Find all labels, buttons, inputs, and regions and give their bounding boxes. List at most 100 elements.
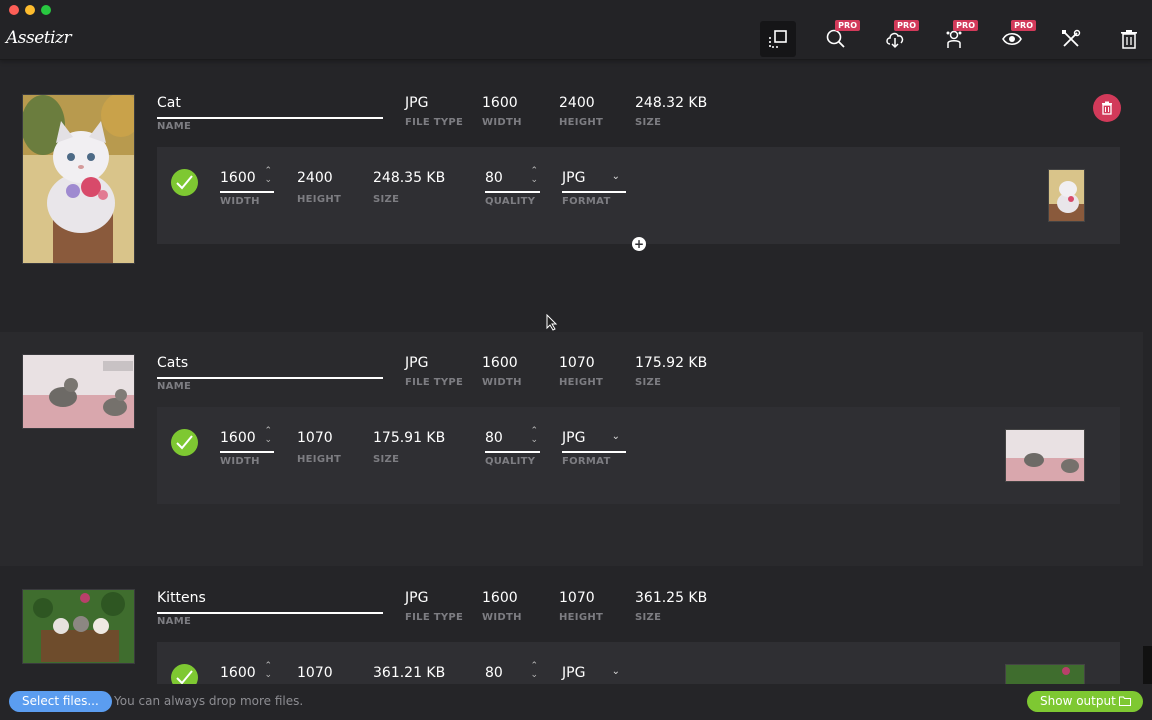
format-select[interactable]: JPG ⌄ FORMAT: [562, 429, 626, 467]
app-logo: Assetizr: [6, 28, 72, 48]
format-select[interactable]: JPG ⌄: [562, 664, 626, 682]
size-meta: 361.25 KB SIZE: [635, 589, 707, 623]
output-width-field[interactable]: 1600 ⌃ ⌄ WIDTH: [220, 167, 274, 207]
file-type-meta: JPG FILE TYPE: [405, 589, 463, 623]
name-label: NAME: [157, 381, 192, 392]
format-underline: [562, 451, 626, 453]
search-icon: [826, 29, 845, 48]
drop-hint: You can always drop more files.: [114, 694, 304, 708]
size-value: 361.25 KB: [635, 590, 708, 606]
width-label: WIDTH: [482, 377, 522, 388]
name-label: NAME: [157, 616, 192, 627]
cloud-download-button[interactable]: PRO: [877, 20, 919, 57]
window-minimize-button[interactable]: [25, 5, 35, 15]
size-label: SIZE: [635, 117, 662, 128]
toolbar: Assetizr PRO PRO PRO PRO: [0, 0, 1152, 60]
name-field[interactable]: Kittens NAME: [157, 589, 383, 627]
source-thumbnail: [22, 94, 135, 264]
size-meta: 175.92 KB SIZE: [635, 354, 707, 388]
output-width-field[interactable]: 1600 ⌃ ⌄ WIDTH: [220, 427, 274, 467]
width-stepper[interactable]: ⌃ ⌄: [264, 662, 272, 680]
file-name-value[interactable]: Cat: [157, 94, 383, 112]
scrollbar-thumb[interactable]: [1143, 646, 1152, 684]
format-label: FORMAT: [562, 456, 611, 467]
resize-button[interactable]: [760, 21, 796, 57]
tools-icon: [1062, 29, 1081, 47]
output-height-field: 1070 HEIGHT: [297, 429, 341, 465]
width-stepper[interactable]: ⌃ ⌄: [264, 427, 272, 445]
output-panel: 1600 ⌃ ⌄ WIDTH 1070 HEIGHT 175.91 KB SIZE…: [157, 407, 1120, 504]
output-thumbnail[interactable]: [1005, 664, 1085, 684]
width-label: WIDTH: [482, 612, 522, 623]
name-field[interactable]: Cats NAME: [157, 354, 383, 392]
app-window: Cat NAME JPG FILE TYPE 1600 WIDTH 2400 H…: [0, 0, 1152, 720]
pro-badge: PRO: [894, 20, 919, 31]
pro-badge: PRO: [1011, 20, 1036, 31]
output-thumbnail[interactable]: [1048, 169, 1085, 222]
check-icon: [171, 664, 198, 684]
preview-button[interactable]: PRO: [994, 20, 1036, 57]
output-height-field: 1070: [297, 664, 333, 682]
output-height-value: 1070: [297, 430, 333, 446]
output-size-label: SIZE: [373, 454, 400, 465]
size-label: SIZE: [635, 612, 662, 623]
output-panel: 1600 ⌃ ⌄ WIDTH 2400 HEIGHT 248.35 KB SIZE…: [157, 147, 1120, 244]
file-name-value[interactable]: Kittens: [157, 589, 383, 607]
output-size-value: 248.35 KB: [373, 170, 446, 186]
bottom-bar: Select files... You can always drop more…: [0, 684, 1152, 720]
file-type-value: JPG: [405, 590, 429, 606]
source-thumbnail: [22, 589, 135, 664]
output-height-label: HEIGHT: [297, 454, 342, 465]
cloud-download-icon: [886, 32, 904, 49]
name-field[interactable]: Cat NAME: [157, 94, 383, 132]
show-output-label: Show output: [1040, 694, 1116, 708]
width-label: WIDTH: [482, 117, 522, 128]
select-files-button[interactable]: Select files...: [9, 691, 112, 712]
width-value: 1600: [482, 95, 518, 111]
folder-icon: [1119, 696, 1131, 706]
chevron-down-icon[interactable]: ⌄: [612, 171, 620, 182]
tools-button[interactable]: [1053, 21, 1089, 57]
user-settings-button[interactable]: PRO: [936, 20, 978, 57]
height-meta: 2400 HEIGHT: [559, 94, 603, 128]
height-value: 2400: [559, 95, 595, 111]
quality-stepper[interactable]: ⌃ ⌄: [530, 662, 538, 680]
user-settings-icon: [946, 30, 962, 48]
file-type-value: JPG: [405, 95, 429, 111]
add-output-button[interactable]: +: [632, 237, 646, 251]
output-size-label: SIZE: [373, 194, 400, 205]
output-height-label: HEIGHT: [297, 194, 342, 205]
width-stepper[interactable]: ⌃ ⌄: [264, 167, 272, 185]
quality-field[interactable]: 80 ⌃ ⌄: [485, 662, 540, 682]
file-name-value[interactable]: Cats: [157, 354, 383, 372]
width-meta: 1600 WIDTH: [482, 94, 522, 128]
chevron-down-icon[interactable]: ⌄: [612, 431, 620, 442]
output-thumbnail[interactable]: [1005, 429, 1085, 482]
quality-stepper[interactable]: ⌃ ⌄: [530, 167, 538, 185]
pro-badge: PRO: [835, 20, 860, 31]
quality-field[interactable]: 80 ⌃ ⌄ QUALITY: [485, 167, 540, 207]
name-underline: [157, 612, 383, 614]
height-label: HEIGHT: [559, 612, 604, 623]
search-button[interactable]: PRO: [818, 20, 860, 57]
chevron-down-icon[interactable]: ⌄: [612, 666, 620, 677]
height-label: HEIGHT: [559, 377, 604, 388]
name-underline: [157, 117, 383, 119]
remove-item-button[interactable]: [1093, 94, 1121, 122]
window-zoom-button[interactable]: [41, 5, 51, 15]
output-width-field[interactable]: 1600 ⌃ ⌄: [220, 662, 274, 682]
width-meta: 1600 WIDTH: [482, 354, 522, 388]
show-output-button[interactable]: Show output: [1027, 691, 1143, 712]
output-height-value: 1070: [297, 665, 333, 681]
width-underline: [220, 451, 274, 453]
check-icon: [171, 169, 198, 196]
window-close-button[interactable]: [9, 5, 19, 15]
clear-all-button[interactable]: [1111, 21, 1147, 57]
height-value: 1070: [559, 355, 595, 371]
quality-stepper[interactable]: ⌃ ⌄: [530, 427, 538, 445]
size-value: 175.92 KB: [635, 355, 708, 371]
source-thumbnail: [22, 354, 135, 429]
name-label: NAME: [157, 121, 192, 132]
quality-field[interactable]: 80 ⌃ ⌄ QUALITY: [485, 427, 540, 467]
format-select[interactable]: JPG ⌄ FORMAT: [562, 169, 626, 207]
